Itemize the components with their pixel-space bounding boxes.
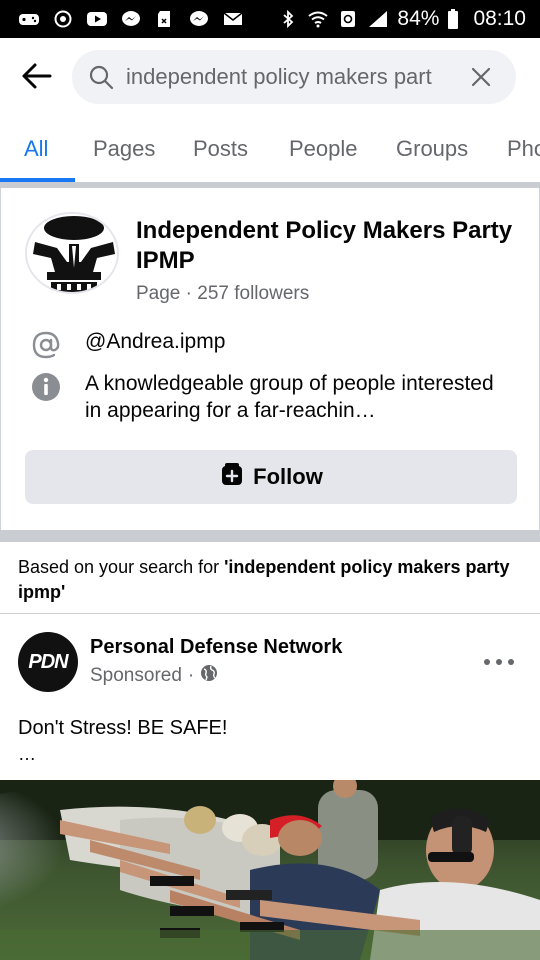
search-input[interactable]: independent policy makers part xyxy=(72,50,516,104)
messenger-icon xyxy=(120,10,142,28)
at-sign-icon xyxy=(31,330,61,360)
tab-people[interactable]: People xyxy=(289,136,358,162)
wifi-icon xyxy=(307,10,329,28)
more-options-button[interactable] xyxy=(484,652,514,672)
shooting-range-photo xyxy=(0,780,540,960)
tab-pages[interactable]: Pages xyxy=(93,136,155,162)
dot xyxy=(508,659,514,665)
battery-percent: 84% xyxy=(397,7,440,30)
sponsored-label[interactable]: Sponsored xyxy=(90,665,182,687)
mail-icon xyxy=(222,10,244,28)
divider xyxy=(0,530,540,542)
globe-icon xyxy=(200,664,218,688)
close-icon[interactable] xyxy=(468,64,494,90)
status-bar: 84% 08:10 xyxy=(0,0,540,38)
page-meta: Page · 257 followers xyxy=(136,283,310,304)
advertiser-avatar[interactable]: PDN xyxy=(18,632,78,692)
back-button[interactable] xyxy=(0,38,72,118)
signal-icon xyxy=(367,10,389,28)
advertiser-name[interactable]: Personal Defense Network xyxy=(90,636,342,659)
messenger-icon-2 xyxy=(188,10,210,28)
based-on-prefix: Based on your search for xyxy=(18,557,225,577)
separator-dot: · xyxy=(187,665,195,686)
youtube-icon xyxy=(86,10,108,28)
back-arrow-icon xyxy=(20,62,52,95)
dot xyxy=(484,659,490,665)
search-filter-tabs: All Pages Posts People Groups Pho xyxy=(0,118,540,182)
based-on-search-text: Based on your search for 'independent po… xyxy=(18,555,518,605)
tab-groups[interactable]: Groups xyxy=(396,136,468,162)
system-status: 84% 08:10 xyxy=(277,7,526,31)
follow-button[interactable]: Follow xyxy=(25,450,517,504)
post-subtitle: Sponsored · xyxy=(90,664,218,688)
notification-icons xyxy=(18,10,244,28)
dot xyxy=(496,659,502,665)
post-image[interactable] xyxy=(0,780,540,960)
sync-icon xyxy=(52,10,74,28)
page-username: @Andrea.ipmp xyxy=(85,330,226,353)
page-result-card[interactable]: Independent Policy Makers Party IPMP Pag… xyxy=(0,188,540,530)
clock: 08:10 xyxy=(473,7,526,30)
data-saver-icon xyxy=(337,10,359,28)
divider xyxy=(0,613,540,614)
see-more-ellipsis[interactable]: … xyxy=(18,744,36,765)
search-icon xyxy=(88,63,116,91)
search-query[interactable]: independent policy makers part xyxy=(126,64,456,90)
sd-card-icon xyxy=(154,10,176,28)
gamepad-icon xyxy=(18,10,40,28)
search-header: independent policy makers part xyxy=(0,38,540,118)
tab-photos[interactable]: Pho xyxy=(507,136,540,162)
tab-all[interactable]: All xyxy=(24,136,48,162)
advertiser-logo-text: PDN xyxy=(28,650,68,673)
page-title[interactable]: Independent Policy Makers Party IPMP xyxy=(136,216,516,276)
battery-icon xyxy=(447,9,459,29)
info-icon xyxy=(31,372,61,402)
page-avatar[interactable] xyxy=(25,212,119,294)
post-text: Don't Stress! BE SAFE! xyxy=(18,717,228,739)
tab-posts[interactable]: Posts xyxy=(193,136,248,162)
bluetooth-icon xyxy=(277,10,299,28)
follow-label: Follow xyxy=(253,464,323,489)
follow-page-icon xyxy=(219,461,245,493)
page-description: A knowledgeable group of people interest… xyxy=(85,372,494,422)
